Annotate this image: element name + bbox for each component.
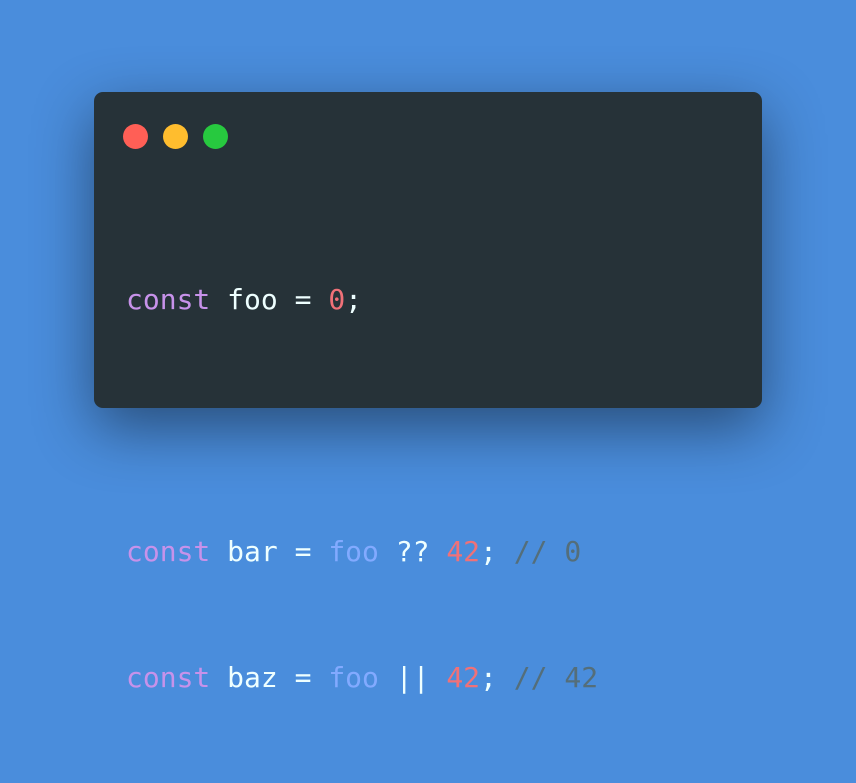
comment: // 0: [513, 535, 582, 568]
code-line: const bar = foo ?? 42; // 0: [126, 531, 598, 573]
maximize-button[interactable]: [203, 124, 228, 149]
operator: =: [294, 535, 312, 568]
identifier: bar: [227, 535, 278, 568]
semicolon: ;: [480, 661, 497, 694]
code-line: const foo = 0;: [126, 279, 598, 321]
number-literal: 0: [328, 283, 346, 316]
reference: foo: [328, 535, 379, 568]
keyword: const: [126, 535, 211, 568]
reference: foo: [328, 661, 379, 694]
close-button[interactable]: [123, 124, 148, 149]
code-line: const baz = foo || 42; // 42: [126, 657, 598, 699]
minimize-button[interactable]: [163, 124, 188, 149]
semicolon: ;: [480, 535, 497, 568]
number-literal: 42: [446, 661, 481, 694]
operator: =: [294, 661, 312, 694]
number-literal: 42: [446, 535, 481, 568]
operator: ??: [395, 535, 430, 568]
identifier: baz: [227, 661, 278, 694]
identifier: foo: [227, 283, 278, 316]
comment: // 42: [513, 661, 599, 694]
operator: ||: [395, 661, 430, 694]
code-window: const foo = 0; const bar = foo ?? 42; //…: [94, 92, 762, 694]
code-block: const foo = 0; const bar = foo ?? 42; //…: [126, 195, 598, 783]
semicolon: ;: [345, 283, 363, 316]
keyword: const: [126, 283, 211, 316]
operator: =: [294, 283, 312, 316]
keyword: const: [126, 661, 211, 694]
